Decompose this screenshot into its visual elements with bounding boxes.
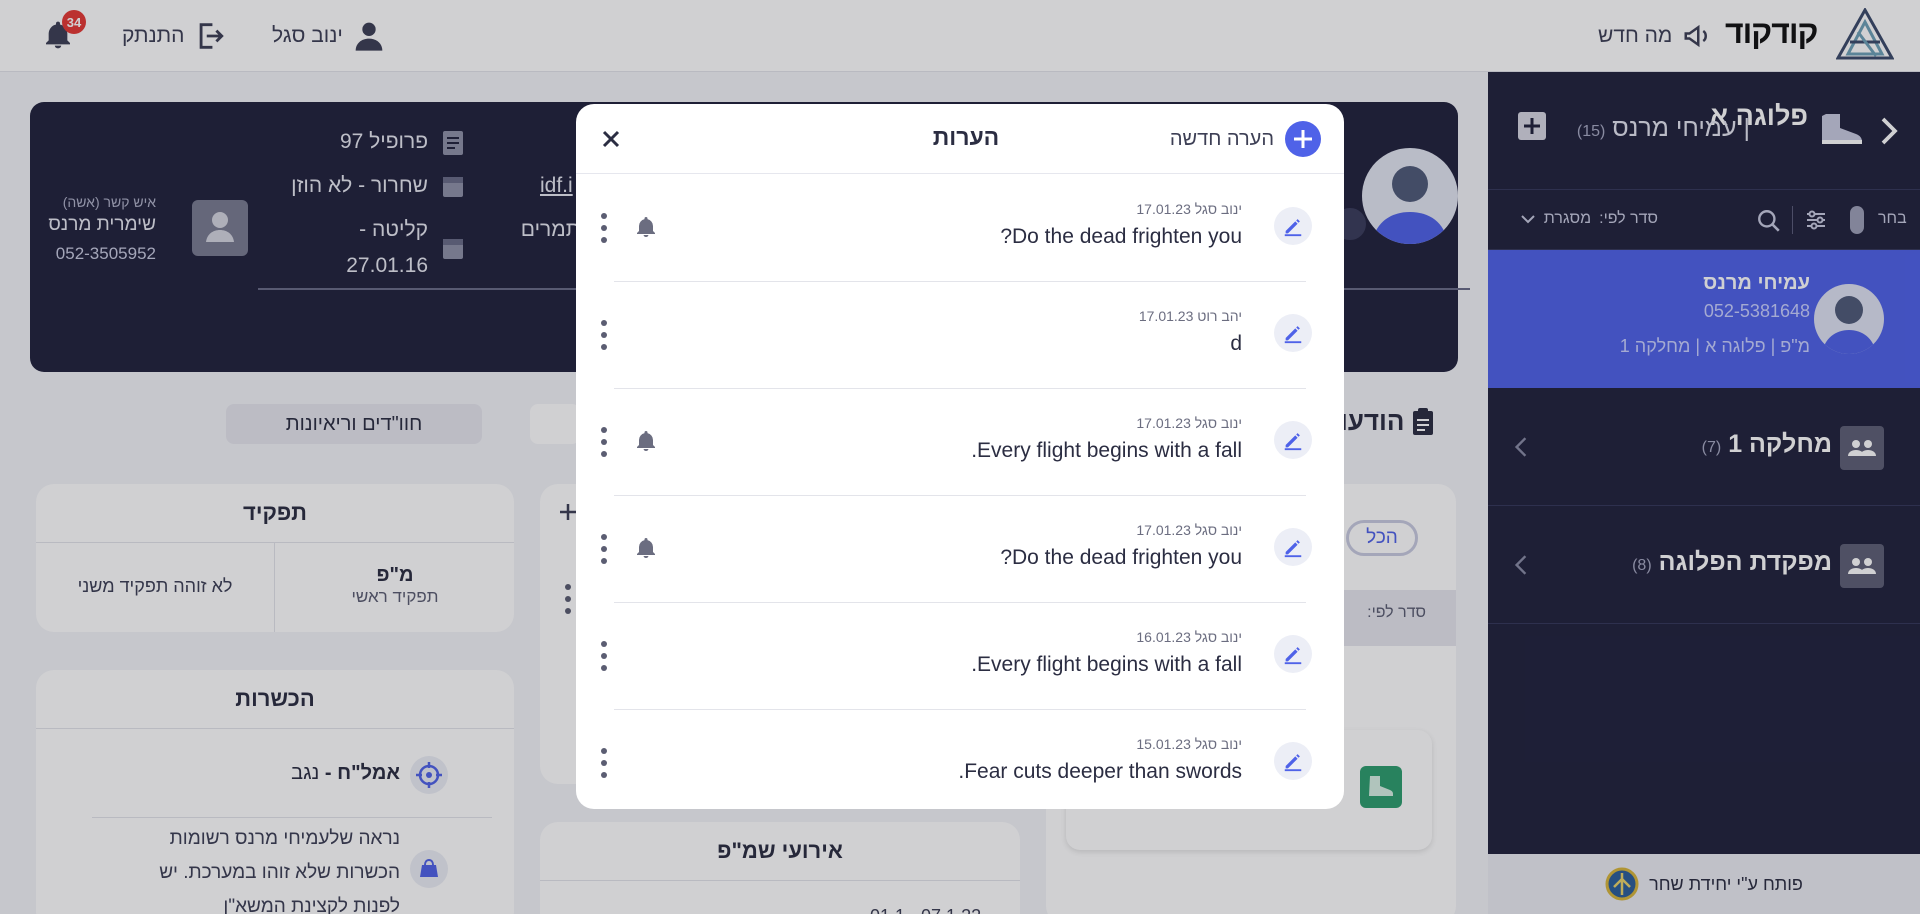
- edit-note-button[interactable]: [1274, 207, 1312, 245]
- note-item: ינוב סגל 17.01.23 Do the dead frighten yo…: [576, 496, 1344, 603]
- edit-note-button[interactable]: [1274, 314, 1312, 352]
- note-text: Every flight begins with a fall.: [971, 439, 1242, 463]
- note-author: ינוב סגל: [1195, 415, 1242, 431]
- edit-note-button[interactable]: [1274, 635, 1312, 673]
- note-text: Fear cuts deeper than swords.: [958, 760, 1242, 784]
- close-icon: [601, 129, 621, 149]
- new-note-button[interactable]: הערה חדשה: [1170, 120, 1322, 158]
- note-author: ינוב סגל: [1195, 736, 1242, 752]
- close-button[interactable]: [594, 122, 628, 156]
- note-date: 17.01.23: [1136, 522, 1191, 538]
- modal-header: הערות הערה חדשה: [576, 104, 1344, 174]
- pencil-icon: [1282, 322, 1304, 344]
- pencil-icon: [1282, 750, 1304, 772]
- note-options-button[interactable]: [598, 641, 610, 671]
- pencil-icon: [1282, 536, 1304, 558]
- add-circle-icon: [1284, 120, 1322, 158]
- pencil-icon: [1282, 215, 1304, 237]
- note-date: 17.01.23: [1136, 415, 1191, 431]
- note-item: ינוב סגל 16.01.23 Every flight begins wit…: [576, 603, 1344, 710]
- note-date: 17.01.23: [1136, 201, 1191, 217]
- note-text: Every flight begins with a fall.: [971, 653, 1242, 677]
- note-item: ינוב סגל 17.01.23 Do the dead frighten yo…: [576, 175, 1344, 282]
- note-options-button[interactable]: [598, 213, 610, 243]
- edit-note-button[interactable]: [1274, 528, 1312, 566]
- note-author: ינוב סגל: [1195, 629, 1242, 645]
- reminder-bell-icon[interactable]: [634, 215, 658, 239]
- note-meta: ינוב סגל 17.01.23: [1136, 201, 1242, 217]
- notes-list: ינוב סגל 17.01.23 Do the dead frighten yo…: [576, 175, 1344, 809]
- modal-title: הערות: [906, 124, 1026, 151]
- edit-note-button[interactable]: [1274, 421, 1312, 459]
- note-meta: ינוב סגל 15.01.23: [1136, 736, 1242, 752]
- new-note-label: הערה חדשה: [1170, 128, 1274, 151]
- note-date: 16.01.23: [1136, 629, 1191, 645]
- pencil-icon: [1282, 643, 1304, 665]
- note-options-button[interactable]: [598, 427, 610, 457]
- note-text: d: [1230, 332, 1242, 356]
- note-options-button[interactable]: [598, 534, 610, 564]
- reminder-bell-icon[interactable]: [634, 429, 658, 453]
- note-author: יהב רוט: [1197, 308, 1242, 324]
- note-author: ינוב סגל: [1195, 522, 1242, 538]
- note-options-button[interactable]: [598, 320, 610, 350]
- note-item: ינוב סגל 15.01.23 Fear cuts deeper than s…: [576, 710, 1344, 809]
- note-meta: יהב רוט 17.01.23: [1139, 308, 1242, 324]
- pencil-icon: [1282, 429, 1304, 451]
- note-text: Do the dead frighten you?: [1000, 225, 1242, 249]
- note-date: 15.01.23: [1136, 736, 1191, 752]
- note-meta: ינוב סגל 17.01.23: [1136, 415, 1242, 431]
- note-item: ינוב סגל 17.01.23 Every flight begins wit…: [576, 389, 1344, 496]
- notes-modal: הערות הערה חדשה ינוב סגל 17.01.23 Do the …: [576, 104, 1344, 809]
- note-meta: ינוב סגל 17.01.23: [1136, 522, 1242, 538]
- note-meta: ינוב סגל 16.01.23: [1136, 629, 1242, 645]
- reminder-bell-icon[interactable]: [634, 536, 658, 560]
- note-options-button[interactable]: [598, 748, 610, 778]
- note-item: יהב רוט 17.01.23 d: [576, 282, 1344, 389]
- note-text: Do the dead frighten you?: [1000, 546, 1242, 570]
- edit-note-button[interactable]: [1274, 742, 1312, 780]
- note-date: 17.01.23: [1139, 308, 1194, 324]
- note-author: ינוב סגל: [1195, 201, 1242, 217]
